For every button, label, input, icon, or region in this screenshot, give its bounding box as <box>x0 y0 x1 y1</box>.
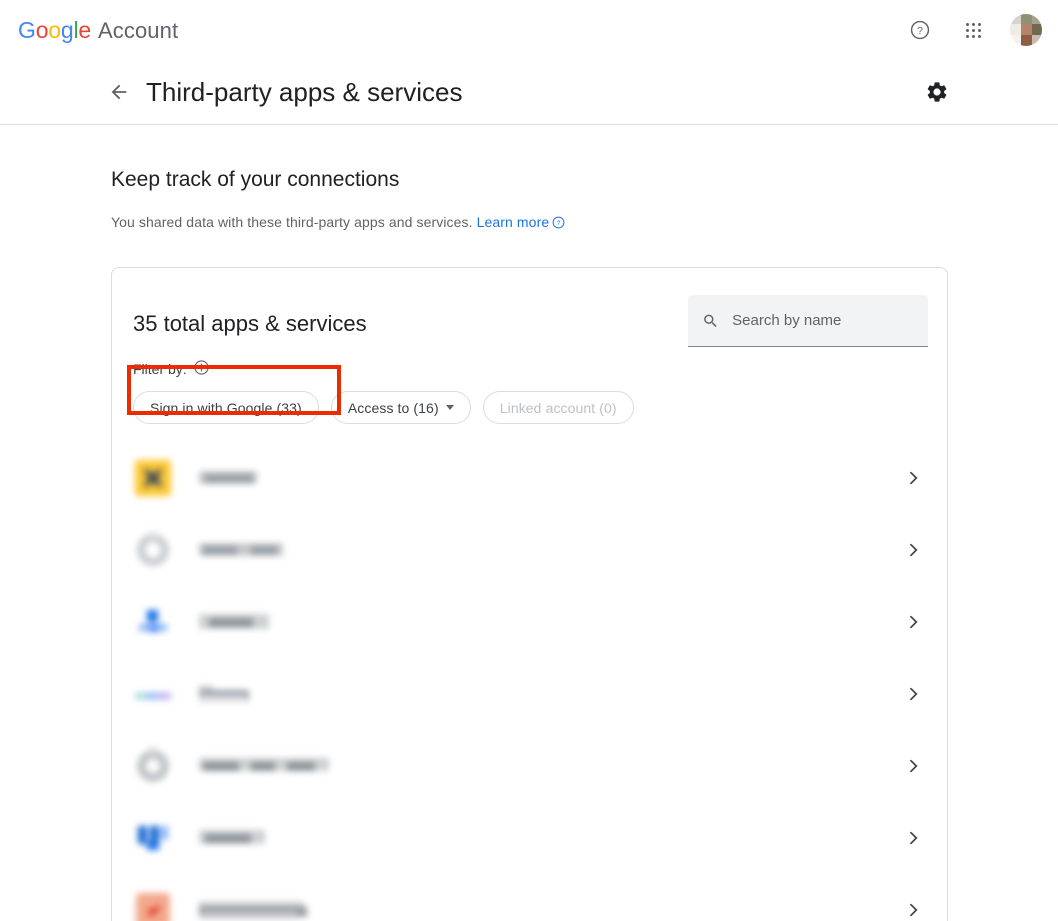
app-name-redacted <box>199 900 903 920</box>
search-box[interactable] <box>688 295 928 347</box>
table-row[interactable] <box>112 802 947 874</box>
learn-more-link[interactable]: Learn more <box>477 214 550 230</box>
avatar[interactable] <box>1010 14 1042 46</box>
svg-text:?: ? <box>557 220 561 227</box>
learn-more-label: Learn more <box>476 214 550 230</box>
top-bar: Google Account ? <box>0 0 1058 60</box>
page-title: Third-party apps & services <box>146 76 463 107</box>
chip-label: Sign in with Google (33) <box>150 399 302 416</box>
chip-label: Linked account (0) <box>499 399 617 416</box>
app-icon <box>133 602 173 642</box>
logo-letter-o1: o <box>35 16 49 43</box>
top-bar-actions: ? <box>904 0 1042 60</box>
chevron-right-icon[interactable] <box>903 900 923 920</box>
app-name-redacted <box>199 612 903 632</box>
back-arrow-icon <box>111 84 127 100</box>
google-account-brand[interactable]: Google Account <box>18 17 178 44</box>
app-icon <box>133 530 173 570</box>
filter-info-icon[interactable] <box>193 359 210 379</box>
app-icon <box>133 818 173 858</box>
table-row[interactable] <box>112 874 947 921</box>
table-row[interactable] <box>112 586 947 658</box>
learn-more-help-icon[interactable]: ? <box>552 216 565 232</box>
app-icon <box>133 890 173 921</box>
svg-text:?: ? <box>917 25 923 37</box>
chevron-right-icon[interactable] <box>903 828 923 848</box>
section-heading: Keep track of your connections <box>111 168 400 191</box>
app-name-redacted <box>199 540 903 560</box>
table-row[interactable] <box>112 658 947 730</box>
card-header: 35 total apps & services <box>112 268 947 347</box>
logo-letter-g2: g <box>60 16 74 43</box>
logo-letter-o2: o <box>48 16 61 43</box>
chip-access-to[interactable]: Access to (16) <box>330 391 471 424</box>
chevron-right-icon[interactable] <box>903 612 923 632</box>
app-icon <box>133 458 173 498</box>
chevron-right-icon[interactable] <box>903 684 923 704</box>
google-logo: Google <box>18 17 91 44</box>
chip-sign-in-with-google[interactable]: Sign in with Google (33) <box>133 391 319 424</box>
app-name-redacted <box>199 468 903 488</box>
table-row[interactable] <box>112 514 947 586</box>
settings-button[interactable] <box>920 75 954 109</box>
filter-by-row: Filter by: <box>112 359 947 379</box>
search-icon <box>704 314 717 327</box>
logo-letter-g1: G <box>18 16 36 43</box>
app-name-redacted <box>199 756 903 776</box>
chevron-right-icon[interactable] <box>903 468 923 488</box>
section-description: You shared data with these third-party a… <box>111 214 1058 232</box>
filter-by-label: Filter by: <box>133 361 187 377</box>
apps-grid-icon <box>965 22 981 38</box>
app-icon <box>133 674 173 714</box>
search-input[interactable] <box>732 312 914 329</box>
google-apps-button[interactable] <box>957 14 989 46</box>
main-content: Keep track of your connections You share… <box>0 168 1058 921</box>
table-row[interactable] <box>112 730 947 802</box>
logo-letter-e: e <box>78 16 91 43</box>
help-button[interactable]: ? <box>904 14 936 46</box>
back-button[interactable] <box>104 77 134 107</box>
chevron-down-icon <box>445 405 454 410</box>
chevron-right-icon[interactable] <box>903 540 923 560</box>
user-avatar-image <box>1010 14 1042 46</box>
chip-linked-account: Linked account (0) <box>482 391 634 424</box>
app-name-redacted <box>199 684 903 704</box>
brand-account-label: Account <box>98 17 179 43</box>
chevron-right-icon[interactable] <box>903 756 923 776</box>
app-name-redacted <box>199 828 903 848</box>
gear-icon <box>927 82 947 102</box>
chip-label: Access to (16) <box>347 399 439 416</box>
app-icon <box>133 746 173 786</box>
description-text: You shared data with these third-party a… <box>111 214 473 230</box>
table-row[interactable] <box>112 442 947 514</box>
apps-list <box>112 442 947 921</box>
apps-card: 35 total apps & services Filter by: Sign <box>111 267 948 921</box>
page-header: Third-party apps & services <box>0 60 1058 125</box>
help-circle-icon: ? <box>910 20 930 40</box>
apps-count-label: 35 total apps & services <box>133 311 367 336</box>
filter-chips: Sign in with Google (33) Access to (16) … <box>112 365 947 424</box>
